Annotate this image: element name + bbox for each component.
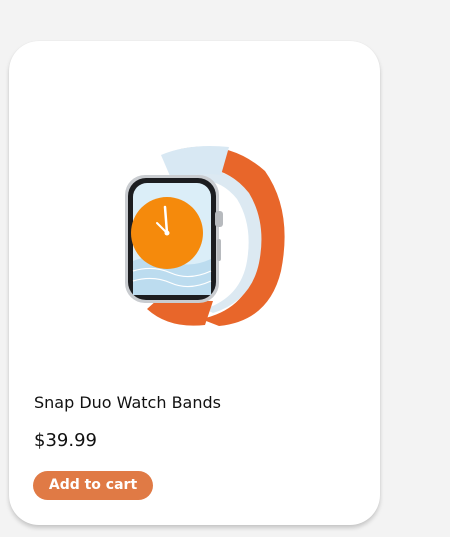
smartwatch-icon: [125, 146, 285, 326]
add-to-cart-button[interactable]: Add to cart: [33, 471, 153, 500]
product-image[interactable]: [109, 141, 289, 331]
product-title[interactable]: Snap Duo Watch Bands: [34, 393, 221, 412]
side-button: [217, 239, 221, 261]
digital-crown: [215, 211, 223, 227]
product-price: $39.99: [34, 430, 97, 451]
product-card[interactable]: Snap Duo Watch Bands $39.99 Add to cart: [9, 41, 380, 525]
